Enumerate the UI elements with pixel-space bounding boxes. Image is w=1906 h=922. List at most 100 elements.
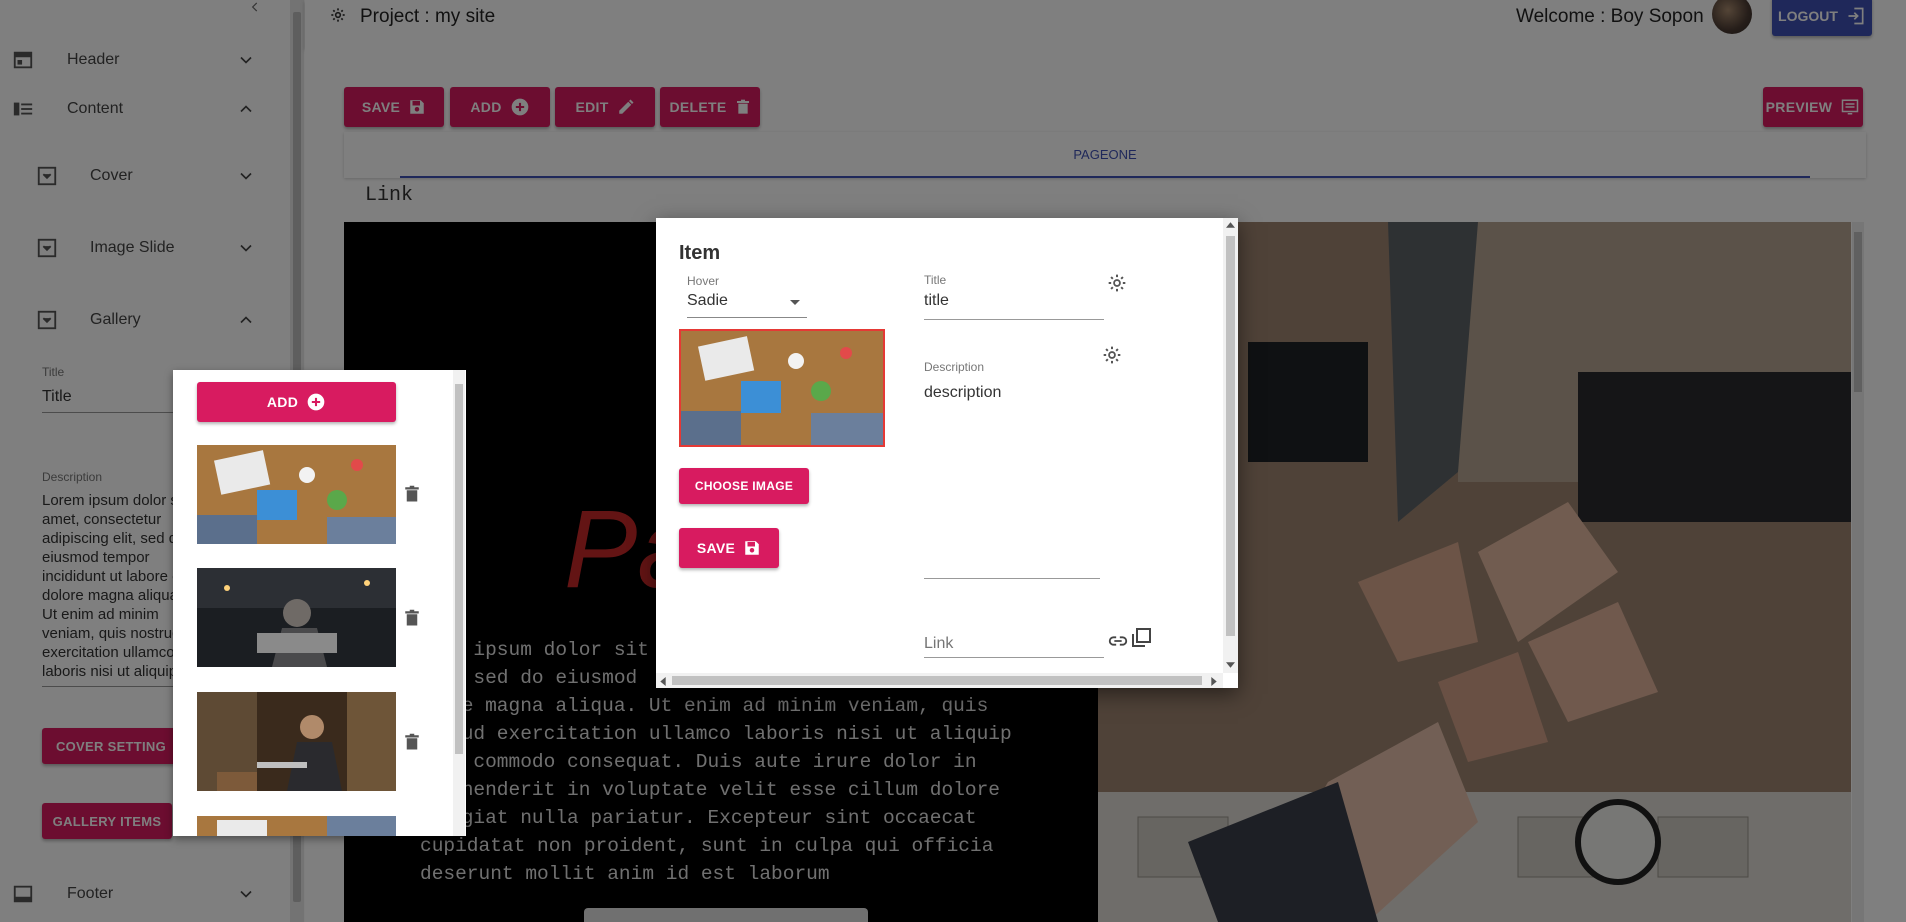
body-line: cupidatat non proident, sunt in culpa qu… <box>420 835 994 857</box>
dropdown-arrow-icon <box>789 299 801 307</box>
cover-image-icon <box>36 165 58 187</box>
edit-label: EDIT <box>575 99 609 115</box>
body-line: ehenderit in voluptate velit esse cillum… <box>450 779 1000 801</box>
preview-screen-icon <box>1840 98 1860 116</box>
gallery-items-button[interactable]: GALLERY ITEMS <box>42 803 172 839</box>
gallery-thumb-desk-2[interactable] <box>197 816 396 836</box>
chevron-down-icon[interactable] <box>236 238 256 258</box>
save-label: SAVE <box>361 99 401 115</box>
hover-select-value: Sadie <box>687 292 728 309</box>
save-icon <box>408 98 426 116</box>
title-input[interactable]: title <box>924 292 949 310</box>
chevron-down-icon[interactable] <box>236 166 256 186</box>
sidebar-item-header[interactable]: Header <box>0 40 280 80</box>
avatar[interactable] <box>1712 0 1752 34</box>
gallery-description-label: Description <box>42 470 103 484</box>
gear-icon[interactable] <box>1102 345 1122 365</box>
sidebar-item-label: Image Slide <box>90 239 175 256</box>
chevron-down-icon[interactable] <box>236 884 256 904</box>
link-icon[interactable] <box>1107 630 1129 652</box>
gallery-thumb-desk[interactable] <box>197 445 396 544</box>
sidebar-item-label: Cover <box>90 167 133 184</box>
section-title: Link <box>365 184 414 207</box>
main-scrollbar-thumb[interactable] <box>1854 232 1862 392</box>
dialog-horizontal-scrollbar-thumb[interactable] <box>672 676 1202 685</box>
add-button[interactable]: ADD <box>450 87 550 127</box>
item-image-preview[interactable] <box>679 329 885 447</box>
description-line: Lorem ipsum dolor sit <box>42 492 186 509</box>
sidebar-item-label: Header <box>67 51 120 68</box>
sidebar-item-label: Gallery <box>90 311 141 328</box>
cover-setting-button[interactable]: COVER SETTING <box>42 728 180 764</box>
description-line: exercitation ullamco <box>42 644 175 661</box>
gallery-panel-scrollbar[interactable] <box>453 370 465 836</box>
top-app-bar: Project : my site Welcome : Boy Sopon LO… <box>305 0 1906 48</box>
sidebar-item-label: Content <box>67 100 124 117</box>
description-line: amet, consectetur <box>42 511 162 528</box>
gallery-image-icon <box>36 309 58 331</box>
footer-layout-icon <box>12 883 34 905</box>
chevron-up-icon[interactable] <box>236 310 256 330</box>
gallery-thumb-cafe-laptop[interactable] <box>197 692 396 791</box>
copy-icon[interactable] <box>1129 626 1153 650</box>
description-input[interactable]: description <box>924 384 1001 402</box>
logout-label: LOGOUT <box>1778 8 1838 24</box>
dialog-save-label: SAVE <box>696 540 736 556</box>
body-line: re magna aliqua. Ut enim ad minim veniam… <box>450 695 989 717</box>
project-title: Project : my site <box>360 6 496 27</box>
body-line: deserunt mollit anim id est laborum <box>420 863 830 885</box>
sidebar-item-content[interactable]: Content <box>0 89 280 129</box>
preview-label: PREVIEW <box>1765 99 1833 115</box>
sidebar-item-cover[interactable]: Cover <box>0 156 280 196</box>
sidebar-item-image-slide[interactable]: Image Slide <box>0 228 280 268</box>
body-line: a commodo consequat. Duis aute irure dol… <box>450 751 977 773</box>
delete-gallery-item-icon[interactable] <box>403 483 425 507</box>
scroll-down-arrow-icon[interactable] <box>1226 662 1235 668</box>
delete-gallery-item-icon[interactable] <box>403 607 425 631</box>
image-slide-icon <box>36 237 58 259</box>
collapse-sidebar-icon[interactable] <box>248 0 264 14</box>
chevron-down-icon[interactable] <box>236 50 256 70</box>
gallery-thumb-night-office[interactable] <box>197 568 396 667</box>
choose-image-button[interactable]: CHOOSE IMAGE <box>679 468 809 504</box>
save-button[interactable]: SAVE <box>344 87 444 127</box>
tab-pageone[interactable]: PAGEONE <box>400 132 1810 178</box>
main-scrollbar[interactable] <box>1852 222 1864 922</box>
gallery-description-input[interactable]: Lorem ipsum dolor sit amet, consectetur … <box>42 491 192 681</box>
save-icon <box>743 539 761 557</box>
delete-gallery-item-icon[interactable] <box>403 731 425 755</box>
logout-button[interactable]: LOGOUT <box>1772 0 1872 36</box>
scroll-up-arrow-icon[interactable] <box>1226 222 1235 228</box>
chevron-up-icon[interactable] <box>236 99 256 119</box>
dialog-horizontal-scrollbar[interactable] <box>656 673 1223 688</box>
trash-icon <box>735 98 751 116</box>
scroll-right-arrow-icon[interactable] <box>1211 677 1217 686</box>
gallery-add-button[interactable]: ADD <box>197 382 396 422</box>
title-underline <box>924 319 1104 320</box>
gear-icon[interactable] <box>330 7 346 23</box>
title-label: Title <box>924 273 947 287</box>
gallery-add-label: ADD <box>266 394 299 410</box>
tab-label: PAGEONE <box>1073 146 1137 162</box>
gallery-title-input[interactable]: Title <box>42 388 72 406</box>
dialog-save-button[interactable]: SAVE <box>679 528 779 568</box>
preview-cta-button[interactable] <box>584 908 868 922</box>
gallery-panel-scrollbar-thumb[interactable] <box>455 384 463 754</box>
gallery-items-panel: ADD <box>173 370 466 836</box>
delete-button[interactable]: DELETE <box>660 87 760 127</box>
hover-select[interactable]: Sadie <box>687 292 807 318</box>
preview-button[interactable]: PREVIEW <box>1763 87 1863 127</box>
gear-icon[interactable] <box>1107 273 1127 293</box>
add-circle-icon <box>306 392 326 412</box>
scroll-left-arrow-icon[interactable] <box>660 677 666 686</box>
delete-label: DELETE <box>669 99 727 115</box>
sidebar-item-footer[interactable]: Footer <box>0 874 280 914</box>
sidebar-item-gallery[interactable]: Gallery <box>0 300 280 340</box>
link-input[interactable] <box>924 630 1104 658</box>
description-line: laboris nisi ut aliquip <box>42 663 178 680</box>
edit-button[interactable]: EDIT <box>555 87 655 127</box>
welcome-text: Welcome : Boy Sopon <box>1516 6 1704 27</box>
dialog-vertical-scrollbar-thumb[interactable] <box>1226 236 1235 636</box>
description-line: incididunt ut labore et <box>42 568 185 585</box>
dialog-vertical-scrollbar[interactable] <box>1223 218 1238 673</box>
